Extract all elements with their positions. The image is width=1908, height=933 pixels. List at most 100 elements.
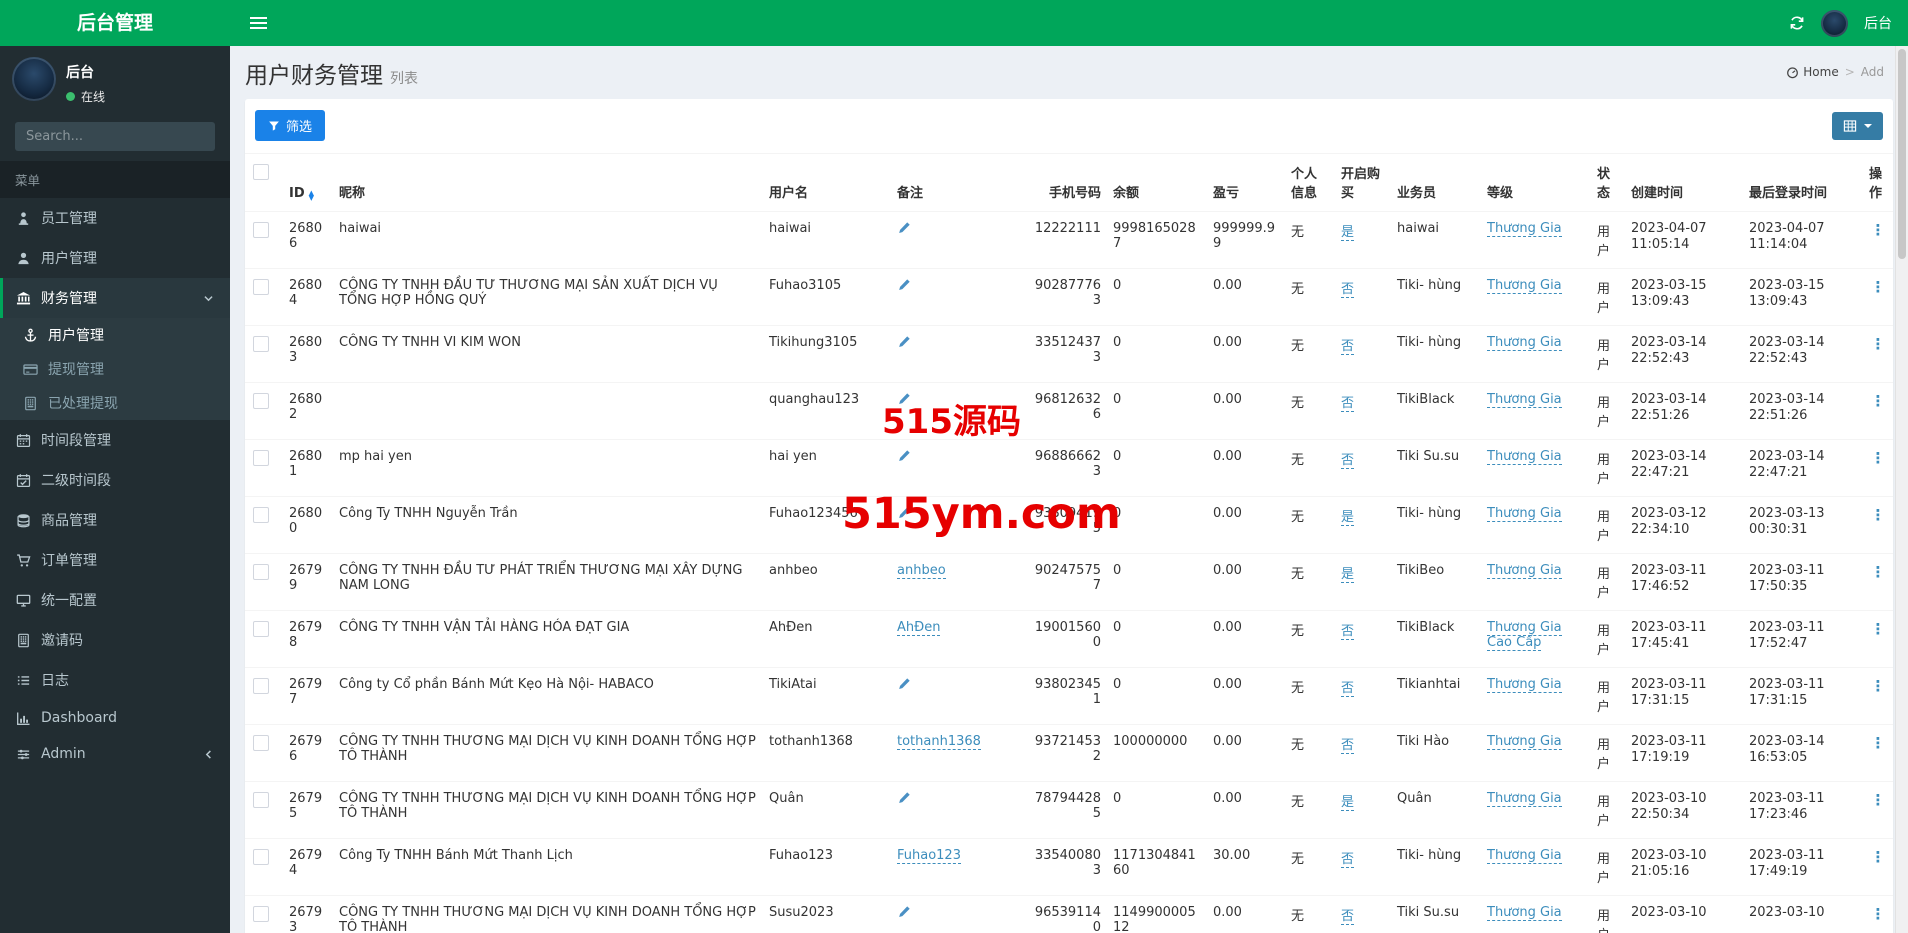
level-link[interactable]: Thương Gia [1487, 506, 1562, 522]
row-actions-kebab-icon[interactable]: ⋮ [1871, 848, 1886, 866]
cell-id: 26802 [283, 382, 333, 440]
edit-remark-pencil-icon[interactable] [897, 791, 911, 805]
scrollbar-thumb[interactable] [1898, 49, 1906, 259]
select-all-checkbox[interactable] [253, 164, 269, 180]
purchase-toggle-link[interactable]: 否 [1341, 681, 1355, 697]
row-actions-kebab-icon[interactable]: ⋮ [1871, 905, 1886, 923]
remark-link[interactable]: Fuhao123 [897, 848, 961, 864]
edit-remark-pencil-icon[interactable] [897, 278, 911, 292]
sort-icons[interactable]: ▲ ▼ [309, 190, 314, 202]
row-checkbox[interactable] [253, 792, 269, 808]
level-link[interactable]: Thương Gia [1487, 677, 1562, 693]
row-actions-kebab-icon[interactable]: ⋮ [1871, 620, 1886, 638]
row-actions-kebab-icon[interactable]: ⋮ [1871, 449, 1886, 467]
row-checkbox[interactable] [253, 564, 269, 580]
sidebar-item-3[interactable]: 时间段管理 [0, 420, 230, 460]
app-logo[interactable]: 后台管理 [0, 0, 230, 46]
purchase-toggle-link[interactable]: 否 [1341, 738, 1355, 754]
column-header-id[interactable]: ID ▲ ▼ [283, 153, 333, 212]
row-actions-kebab-icon[interactable]: ⋮ [1871, 734, 1886, 752]
row-checkbox[interactable] [253, 849, 269, 865]
row-checkbox[interactable] [253, 678, 269, 694]
edit-remark-pencil-icon[interactable] [897, 677, 911, 691]
purchase-toggle-link[interactable]: 否 [1341, 396, 1355, 412]
level-link[interactable]: Thương Gia [1487, 791, 1562, 807]
refresh-icon[interactable] [1789, 15, 1805, 31]
sidebar-item-2[interactable]: 财务管理 [0, 278, 230, 318]
row-checkbox[interactable] [253, 735, 269, 751]
row-checkbox[interactable] [253, 507, 269, 523]
level-link[interactable]: Thương Gia [1487, 278, 1562, 294]
edit-remark-pencil-icon[interactable] [897, 221, 911, 235]
purchase-toggle-link[interactable]: 否 [1341, 282, 1355, 298]
sidebar-item-6[interactable]: 订单管理 [0, 540, 230, 580]
sidebar-subitem-2-0[interactable]: 用户管理 [0, 318, 230, 352]
sidebar-item-0[interactable]: 员工管理 [0, 198, 230, 238]
sidebar-item-label: 统一配置 [41, 593, 97, 609]
row-actions-kebab-icon[interactable]: ⋮ [1871, 677, 1886, 695]
purchase-toggle-link[interactable]: 否 [1341, 339, 1355, 355]
level-link[interactable]: Thương Gia [1487, 335, 1562, 351]
columns-toggle-button[interactable] [1832, 111, 1883, 140]
row-checkbox[interactable] [253, 621, 269, 637]
level-link[interactable]: Thương Gia [1487, 449, 1562, 465]
level-link[interactable]: Thương Gia [1487, 392, 1562, 408]
row-checkbox[interactable] [253, 450, 269, 466]
sidebar-item-9[interactable]: 日志 [0, 660, 230, 700]
remark-link[interactable]: AhĐen [897, 620, 941, 636]
row-checkbox[interactable] [253, 393, 269, 409]
sidebar-item-7[interactable]: 统一配置 [0, 580, 230, 620]
remark-link[interactable]: tothanh1368 [897, 734, 981, 750]
search-button[interactable] [207, 122, 215, 151]
level-link[interactable]: Thương Gia [1487, 221, 1562, 237]
purchase-toggle-link[interactable]: 是 [1341, 795, 1355, 811]
cell-username: Susu2023 [763, 895, 891, 933]
filter-button[interactable]: 筛选 [255, 110, 326, 141]
edit-remark-pencil-icon[interactable] [897, 392, 911, 406]
cell-id: 26806 [283, 211, 333, 269]
navbar-username[interactable]: 后台 [1864, 13, 1892, 33]
row-checkbox[interactable] [253, 906, 269, 922]
sidebar-item-1[interactable]: 用户管理 [0, 238, 230, 278]
edit-remark-pencil-icon[interactable] [897, 335, 911, 349]
row-actions-kebab-icon[interactable]: ⋮ [1871, 506, 1886, 524]
sidebar-toggle-icon[interactable] [246, 11, 271, 35]
row-checkbox[interactable] [253, 336, 269, 352]
remark-link[interactable]: anhbeo [897, 563, 946, 579]
sidebar-subitem-2-1[interactable]: 提现管理 [0, 352, 230, 386]
search-input[interactable] [15, 122, 207, 151]
purchase-toggle-link[interactable]: 否 [1341, 852, 1355, 868]
sidebar-item-11[interactable]: Admin [0, 736, 230, 772]
purchase-toggle-link[interactable]: 是 [1341, 510, 1355, 526]
purchase-toggle-link[interactable]: 否 [1341, 909, 1355, 925]
breadcrumb-home-link[interactable]: Home [1786, 65, 1839, 79]
navbar-avatar[interactable] [1821, 9, 1848, 37]
sidebar-subitem-2-2[interactable]: 已处理提现 [0, 386, 230, 420]
level-link[interactable]: Thương Gia [1487, 563, 1562, 579]
level-link[interactable]: Thương Gia [1487, 734, 1562, 750]
row-actions-kebab-icon[interactable]: ⋮ [1871, 221, 1886, 239]
purchase-toggle-link[interactable]: 否 [1341, 453, 1355, 469]
sidebar-item-4[interactable]: 二级时间段 [0, 460, 230, 500]
sidebar-item-10[interactable]: Dashboard [0, 700, 230, 736]
row-actions-kebab-icon[interactable]: ⋮ [1871, 791, 1886, 809]
row-actions-kebab-icon[interactable]: ⋮ [1871, 563, 1886, 581]
level-link[interactable]: Thương Gia [1487, 905, 1562, 921]
edit-remark-pencil-icon[interactable] [897, 905, 911, 919]
sidebar-item-8[interactable]: 邀请码 [0, 620, 230, 660]
row-actions-kebab-icon[interactable]: ⋮ [1871, 392, 1886, 410]
sidebar-item-5[interactable]: 商品管理 [0, 500, 230, 540]
row-actions-kebab-icon[interactable]: ⋮ [1871, 335, 1886, 353]
level-link[interactable]: Thương Gia [1487, 848, 1562, 864]
purchase-toggle-link[interactable]: 是 [1341, 567, 1355, 583]
row-actions-kebab-icon[interactable]: ⋮ [1871, 278, 1886, 296]
level-link[interactable]: Thương Gia Cao Cấp [1487, 620, 1562, 651]
page-scrollbar[interactable] [1895, 46, 1908, 933]
row-checkbox[interactable] [253, 279, 269, 295]
row-checkbox[interactable] [253, 222, 269, 238]
purchase-toggle-link[interactable]: 是 [1341, 225, 1355, 241]
edit-remark-pencil-icon[interactable] [897, 506, 911, 520]
cell-profit: 999999.99 [1207, 211, 1285, 269]
purchase-toggle-link[interactable]: 否 [1341, 624, 1355, 640]
edit-remark-pencil-icon[interactable] [897, 449, 911, 463]
